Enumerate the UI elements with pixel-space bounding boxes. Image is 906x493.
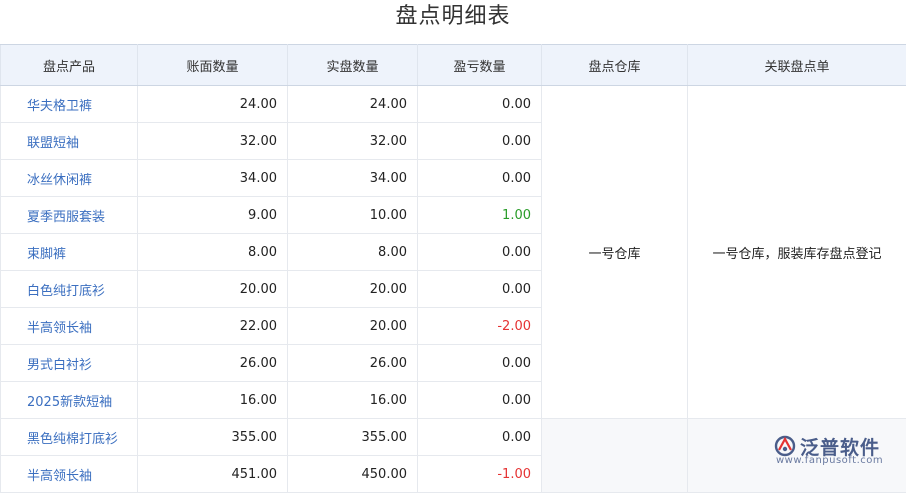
product-link[interactable]: 白色纯打底衫 — [1, 271, 138, 308]
book-qty-cell: 451.00 — [138, 456, 288, 493]
inventory-detail-table: 盘点产品 账面数量 实盘数量 盈亏数量 盘点仓库 关联盘点单 华夫格卫裤 24.… — [0, 44, 906, 493]
product-link[interactable]: 华夫格卫裤 — [1, 86, 138, 123]
book-qty-cell: 34.00 — [138, 160, 288, 197]
actual-qty-cell: 20.00 — [288, 308, 418, 345]
actual-qty-cell: 34.00 — [288, 160, 418, 197]
diff-qty-cell: 0.00 — [418, 271, 542, 308]
header-product[interactable]: 盘点产品 — [1, 45, 138, 86]
actual-qty-cell: 10.00 — [288, 197, 418, 234]
warehouse-cell — [542, 419, 688, 493]
product-link[interactable]: 束脚裤 — [1, 234, 138, 271]
diff-qty-cell: 0.00 — [418, 345, 542, 382]
diff-qty-cell: 1.00 — [418, 197, 542, 234]
brand-logo: 泛普软件 www.fanpusoft.com — [774, 433, 904, 465]
product-link[interactable]: 2025新款短袖 — [1, 382, 138, 419]
actual-qty-cell: 24.00 — [288, 86, 418, 123]
diff-qty-cell: 0.00 — [418, 419, 542, 456]
diff-qty-cell: -2.00 — [418, 308, 542, 345]
warehouse-cell: 一号仓库 — [542, 86, 688, 419]
actual-qty-cell: 20.00 — [288, 271, 418, 308]
logo-url: www.fanpusoft.com — [776, 455, 883, 466]
actual-qty-cell: 32.00 — [288, 123, 418, 160]
diff-qty-cell: 0.00 — [418, 123, 542, 160]
book-qty-cell: 24.00 — [138, 86, 288, 123]
diff-qty-cell: 0.00 — [418, 86, 542, 123]
book-qty-cell: 20.00 — [138, 271, 288, 308]
diff-qty-cell: 0.00 — [418, 234, 542, 271]
header-linked-order[interactable]: 关联盘点单 — [688, 45, 906, 86]
product-link[interactable]: 联盟短袖 — [1, 123, 138, 160]
header-book-qty[interactable]: 账面数量 — [138, 45, 288, 86]
product-link[interactable]: 冰丝休闲裤 — [1, 160, 138, 197]
table-header-row: 盘点产品 账面数量 实盘数量 盈亏数量 盘点仓库 关联盘点单 — [1, 45, 906, 86]
actual-qty-cell: 355.00 — [288, 419, 418, 456]
page-title: 盘点明细表 — [0, 0, 906, 44]
actual-qty-cell: 26.00 — [288, 345, 418, 382]
diff-qty-cell: -1.00 — [418, 456, 542, 493]
table-row: 华夫格卫裤 24.00 24.00 0.00 一号仓库 一号仓库，服装库存盘点登… — [1, 86, 906, 123]
actual-qty-cell: 8.00 — [288, 234, 418, 271]
product-link[interactable]: 黑色纯棉打底衫 — [1, 419, 138, 456]
book-qty-cell: 22.00 — [138, 308, 288, 345]
diff-qty-cell: 0.00 — [418, 382, 542, 419]
book-qty-cell: 16.00 — [138, 382, 288, 419]
table-row: 黑色纯棉打底衫 355.00 355.00 0.00 — [1, 419, 906, 456]
actual-qty-cell: 450.00 — [288, 456, 418, 493]
book-qty-cell: 8.00 — [138, 234, 288, 271]
header-actual-qty[interactable]: 实盘数量 — [288, 45, 418, 86]
product-link[interactable]: 半高领长袖 — [1, 456, 138, 493]
book-qty-cell: 355.00 — [138, 419, 288, 456]
product-link[interactable]: 夏季西服套装 — [1, 197, 138, 234]
product-link[interactable]: 男式白衬衫 — [1, 345, 138, 382]
header-diff-qty[interactable]: 盈亏数量 — [418, 45, 542, 86]
linked-order-cell: 一号仓库，服装库存盘点登记 — [688, 86, 906, 419]
header-warehouse[interactable]: 盘点仓库 — [542, 45, 688, 86]
product-link[interactable]: 半高领长袖 — [1, 308, 138, 345]
actual-qty-cell: 16.00 — [288, 382, 418, 419]
diff-qty-cell: 0.00 — [418, 160, 542, 197]
book-qty-cell: 32.00 — [138, 123, 288, 160]
book-qty-cell: 9.00 — [138, 197, 288, 234]
book-qty-cell: 26.00 — [138, 345, 288, 382]
fanpu-logo-icon — [774, 435, 796, 457]
